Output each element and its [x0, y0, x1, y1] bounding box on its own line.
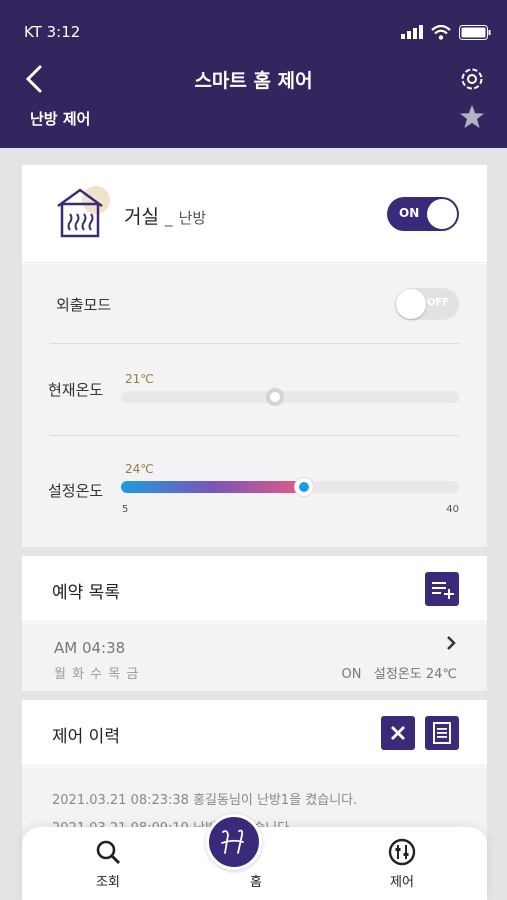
nav-control-label: 제어: [390, 875, 414, 890]
close-icon: [391, 726, 405, 740]
set-temp-fill: [121, 481, 304, 493]
room-type: 난방: [178, 209, 207, 227]
schedule-title: 예약 목록: [52, 583, 120, 603]
home-logo-button[interactable]: [206, 814, 262, 870]
set-temp-label: 설정온도: [48, 482, 104, 500]
set-temp-value: 24℃: [125, 462, 154, 476]
room-header: 거실 _ 난방 ON: [22, 165, 487, 263]
nav-home-label: 홈: [250, 875, 262, 890]
house-heating-icon: [57, 186, 110, 238]
toggle-knob: [396, 289, 426, 319]
schedule-set-temp: 설정온도 24℃: [373, 667, 457, 682]
schedule-time: AM 04:38: [54, 639, 126, 657]
away-mode-label: 외출모드: [56, 296, 112, 314]
signal-icon: [401, 25, 423, 39]
schedule-power: ON: [341, 667, 362, 682]
settings-button[interactable]: [457, 64, 487, 94]
set-temp-row: 설정온도 24℃ 5 40: [48, 436, 459, 546]
away-mode-toggle[interactable]: OFF: [395, 288, 459, 320]
control-icon: [388, 838, 416, 866]
battery-icon: [459, 24, 491, 40]
page-title: 스마트 홈 제어: [194, 70, 313, 92]
app-header: KT 3:12 스마트 홈 제어 난방 제어: [0, 0, 507, 148]
document-icon: [433, 722, 451, 744]
chevron-right-icon: [447, 636, 456, 650]
status-bar: KT 3:12: [24, 22, 491, 42]
section-subtitle: 난방 제어: [30, 110, 91, 128]
playlist-add-icon: [432, 582, 454, 599]
current-temp-value: 21℃: [125, 372, 154, 386]
set-temp-thumb[interactable]: [294, 478, 313, 496]
room-separator: _: [165, 209, 173, 227]
gear-icon: [461, 68, 483, 90]
wifi-icon: [431, 24, 451, 40]
star-icon: [460, 105, 484, 128]
room-title: 거실 _ 난방: [124, 202, 206, 229]
home-logo-icon: [221, 829, 244, 854]
room-settings: 외출모드 OFF 현재온도 21℃ 설정온도 24℃ 5 40: [22, 264, 487, 547]
current-temp-thumb: [266, 388, 285, 406]
away-mode-row: 외출모드 OFF: [50, 264, 459, 344]
carrier-time: KT 3:12: [24, 23, 81, 41]
favorite-button[interactable]: [459, 104, 485, 130]
search-icon: [96, 840, 121, 865]
clear-history-button[interactable]: [381, 716, 415, 750]
current-temp-label: 현재온도: [48, 381, 104, 399]
schedule-days: 월 화 수 목 금: [54, 667, 140, 682]
range-min: 5: [122, 504, 129, 515]
current-temp-slider: [121, 388, 459, 406]
add-schedule-button[interactable]: [425, 572, 459, 606]
nav-search-label: 조회: [96, 875, 120, 890]
room-control-card: 거실 _ 난방 ON 외출모드 OFF 현재온도 21℃ 설정온도 24℃ 5 …: [22, 165, 487, 547]
schedule-status: ON 설정온도 24℃: [342, 663, 458, 682]
current-temp-row: 현재온도 21℃: [48, 344, 459, 436]
power-toggle-label: ON: [399, 206, 420, 220]
set-temp-slider[interactable]: [121, 478, 459, 496]
history-entry: 2021.03.21 08:23:38 홍길동님이 난방1을 켰습니다.: [52, 793, 358, 808]
nav-search[interactable]: 조회: [58, 827, 158, 900]
schedule-card: 예약 목록 AM 04:38 월 화 수 목 금 ON 설정온도 24℃: [22, 556, 487, 691]
power-toggle[interactable]: ON: [387, 197, 459, 231]
range-max: 40: [446, 504, 459, 515]
history-list-button[interactable]: [425, 716, 459, 750]
schedule-item[interactable]: AM 04:38 월 화 수 목 금 ON 설정온도 24℃: [22, 623, 487, 691]
toggle-knob: [427, 199, 457, 229]
away-toggle-label: OFF: [426, 297, 449, 308]
nav-control[interactable]: 제어: [352, 827, 452, 900]
room-name: 거실: [124, 206, 159, 228]
history-title: 제어 이력: [52, 727, 120, 747]
